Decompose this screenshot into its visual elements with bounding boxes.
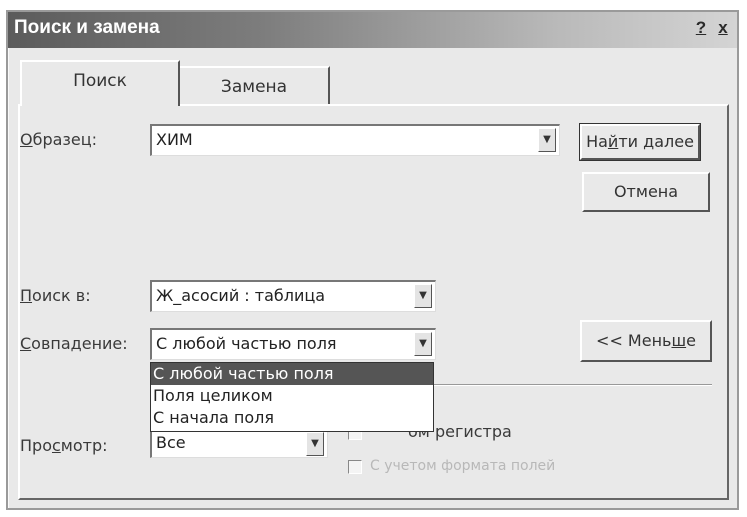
look-in-label: Поиск в: bbox=[20, 286, 91, 305]
help-button[interactable]: ? bbox=[691, 17, 711, 39]
match-select[interactable]: С любой частью поля bbox=[150, 328, 436, 360]
direction-value: Все bbox=[156, 433, 186, 452]
match-dropdown-button[interactable]: ▼ bbox=[414, 332, 432, 356]
chevron-down-icon: ▼ bbox=[311, 438, 319, 449]
look-in-dropdown-button[interactable]: ▼ bbox=[414, 284, 432, 308]
chevron-down-icon: ▼ bbox=[419, 338, 427, 349]
search-pattern-label: Образец: bbox=[20, 130, 98, 149]
match-format-label: С учетом формата полей bbox=[370, 458, 556, 474]
search-pattern-input[interactable]: ХИМ bbox=[150, 124, 560, 156]
look-in-select[interactable]: Ж_асосий : таблица bbox=[150, 280, 436, 312]
direction-dropdown-button[interactable]: ▼ bbox=[306, 432, 324, 456]
list-item[interactable]: С начала поля bbox=[151, 407, 433, 429]
look-in-value: Ж_асосий : таблица bbox=[156, 286, 326, 305]
tab-search[interactable]: Поиск bbox=[20, 60, 180, 106]
tab-replace-label: Замена bbox=[220, 77, 288, 97]
tab-replace[interactable]: Замена bbox=[180, 66, 330, 106]
match-options-list[interactable]: С любой частью поля Поля целиком С начал… bbox=[150, 362, 434, 432]
chevron-down-icon: ▼ bbox=[543, 134, 551, 145]
chevron-down-icon: ▼ bbox=[419, 290, 427, 301]
list-item[interactable]: Поля целиком bbox=[151, 385, 433, 407]
less-button[interactable]: << Меньше bbox=[580, 320, 712, 362]
match-label: Совпадение: bbox=[20, 334, 128, 353]
direction-select[interactable]: Все bbox=[150, 430, 328, 458]
close-button[interactable]: x bbox=[713, 17, 733, 39]
find-replace-dialog: Поиск и замена ? x Поиск Замена Образец:… bbox=[6, 10, 739, 510]
dialog-title: Поиск и замена bbox=[14, 17, 160, 38]
title-bar[interactable]: Поиск и замена ? x bbox=[8, 12, 737, 48]
find-next-button[interactable]: Найти далее bbox=[579, 123, 701, 161]
search-pattern-value: ХИМ bbox=[156, 130, 193, 149]
cancel-button[interactable]: Отмена bbox=[582, 172, 710, 212]
search-pattern-dropdown-button[interactable]: ▼ bbox=[538, 128, 556, 152]
direction-label: Просмотр: bbox=[20, 436, 108, 455]
match-format-checkbox[interactable] bbox=[348, 460, 362, 474]
match-value: С любой частью поля bbox=[156, 334, 337, 353]
list-item[interactable]: С любой частью поля bbox=[151, 363, 433, 385]
tab-search-label: Поиск bbox=[73, 71, 127, 91]
